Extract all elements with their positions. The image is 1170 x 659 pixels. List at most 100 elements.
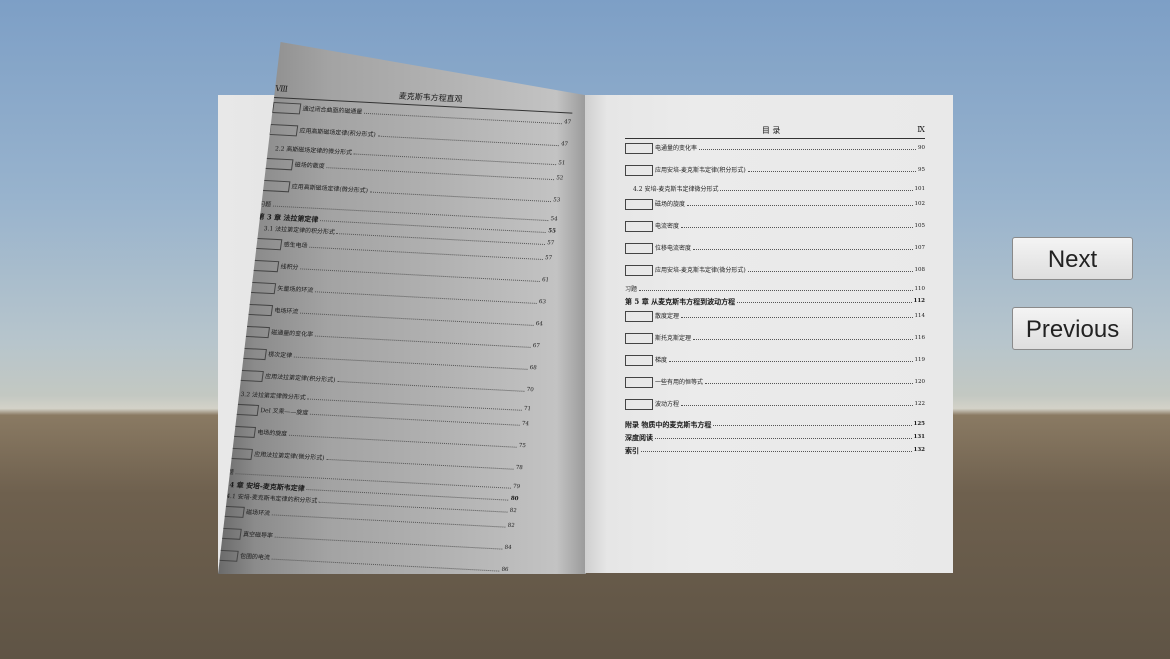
toc-entry-page: 84 <box>504 544 512 551</box>
toc-entry-page: 112 <box>913 297 925 304</box>
toc-leader-dots <box>288 433 517 448</box>
toc-leader-dots <box>693 248 913 250</box>
toc-entry-title: Del 叉乘——旋度 <box>230 404 309 419</box>
toc-leader-dots <box>377 134 560 146</box>
toc-entry-page: 51 <box>557 160 566 167</box>
toc-leader-dots <box>306 487 509 501</box>
toc-entry-page: 54 <box>550 216 558 223</box>
toc-leader-dots <box>293 355 528 370</box>
toc-entry-page: 47 <box>560 141 569 148</box>
toc-entry-page: 47 <box>563 119 572 126</box>
toc-entry-page: 57 <box>544 254 553 262</box>
toc-entry-page: 80 <box>510 495 519 502</box>
book-viewer-scene: Ⅷ 麦克斯韦方程直观 通过闭合曲面的磁通量 47 应用高斯磁场定律(积分形式) 47 2… <box>0 0 1170 659</box>
toc-entry-title: 真空磁导率 <box>218 527 274 541</box>
toc-entry-title: 附录 物质中的麦克斯韦方程 <box>625 420 712 429</box>
right-toc-entry: 习题 110 <box>625 287 925 293</box>
right-toc-entry: 电通量的变化率 90 <box>625 143 925 154</box>
toc-entry-title: 矢量场的环流 <box>247 282 314 296</box>
toc-entry-page: 120 <box>914 378 926 385</box>
toc-leader-dots <box>326 457 514 470</box>
toc-entry-title: 2.2 高斯磁场定律的微分形式 <box>274 145 353 157</box>
right-toc-entry: 应用安培-麦克斯韦定律(微分形式) 108 <box>625 265 925 276</box>
toc-leader-dots <box>699 148 916 150</box>
toc-entry-title: 位移电流密度 <box>625 243 691 254</box>
toc-entry-page: 82 <box>509 508 518 515</box>
left-toc-entry: 应用高斯磁场定律(微分形式) 53 <box>261 180 561 207</box>
toc-entry-page: 57 <box>546 240 555 247</box>
previous-button[interactable]: Previous <box>1012 307 1133 350</box>
toc-entry-title: 第 5 章 从麦克斯韦方程到波动方程 <box>625 297 736 306</box>
toc-leader-dots <box>274 535 503 550</box>
right-toc-entry: 4.2 安培-麦克斯韦定律微分形式 101 <box>625 187 925 193</box>
toc-entry-page: 55 <box>547 227 557 235</box>
toc-leader-dots <box>639 289 913 291</box>
toc-entry-title: 深度阅读 <box>625 433 653 442</box>
toc-leader-dots <box>300 311 534 326</box>
toc-entry-title: 感生电场 <box>253 238 308 252</box>
toc-entry-title: 索引 <box>625 446 639 455</box>
toc-leader-dots <box>747 270 913 272</box>
right-toc-entry: 磁场的旋度 102 <box>625 199 925 210</box>
toc-entry-title: 磁场的旋度 <box>625 199 685 210</box>
toc-entry-page: 102 <box>914 200 926 207</box>
toc-entry-title: 包围的电流 <box>218 549 271 563</box>
right-toc-entry: 波动方程 122 <box>625 399 925 410</box>
right-toc-entry: 附录 物质中的麦克斯韦方程 125 <box>625 421 925 428</box>
toc-entry-page: 108 <box>914 266 926 273</box>
right-toc-list: 电通量的变化率 90 应用安培-麦克斯韦定律(积分形式) 95 4.2 安培-麦克斯韦定… <box>625 143 925 454</box>
toc-entry-page: 95 <box>918 166 925 173</box>
toc-entry-page: 116 <box>914 334 926 341</box>
right-toc-entry: 应用安培-麦克斯韦定律(积分形式) 95 <box>625 165 925 176</box>
right-toc-entry: 位移电流密度 107 <box>625 243 925 254</box>
toc-leader-dots <box>326 165 555 180</box>
toc-leader-dots <box>271 557 500 572</box>
toc-leader-dots <box>271 512 506 528</box>
toc-leader-dots <box>310 412 520 426</box>
toc-entry-title: 通过闭合曲面的磁通量 <box>272 102 363 118</box>
left-toc-entry: 包围的电流 86 <box>218 549 509 574</box>
toc-entry-page: 107 <box>914 244 926 251</box>
toc-leader-dots <box>314 334 531 348</box>
toc-entry-title: 电场环流 <box>244 304 299 318</box>
toc-leader-dots <box>641 450 912 452</box>
toc-entry-title: 应用安培-麦克斯韦定律(微分形式) <box>625 265 746 276</box>
toc-leader-dots <box>364 111 563 124</box>
right-toc-entry: 斯托克斯定理 116 <box>625 333 925 344</box>
right-toc-entry: 散度定理 114 <box>625 311 925 322</box>
toc-entry-title: 习题 <box>625 286 638 293</box>
toc-entry-page: 64 <box>535 320 544 328</box>
right-toc-entry: 梯度 119 <box>625 355 925 366</box>
toc-leader-dots <box>681 404 913 406</box>
toc-entry-title: 应用法拉第定律(微分形式) <box>224 448 326 464</box>
right-page-header: 目 录 Ⅸ <box>625 125 925 139</box>
toc-entry-page: 101 <box>914 186 926 193</box>
toc-entry-page: 110 <box>914 286 926 293</box>
left-toc-entry: 磁通量的变化率 67 <box>241 326 541 353</box>
toc-entry-page: 74 <box>521 420 530 428</box>
toc-entry-title: 电场的旋度 <box>227 426 288 440</box>
toc-entry-page: 82 <box>507 522 516 529</box>
toc-entry-title: 电通量的变化率 <box>625 143 697 154</box>
right-toc-entry: 一些有用的恒等式 120 <box>625 377 925 388</box>
next-button[interactable]: Next <box>1012 237 1133 280</box>
left-toc-list: 通过闭合曲面的磁通量 47 应用高斯磁场定律(积分形式) 47 2.2 高斯磁场定律的微… <box>218 102 572 574</box>
left-toc-entry: 楞次定律 68 <box>238 348 538 375</box>
toc-entry-title: 一些有用的恒等式 <box>625 377 703 388</box>
right-page-content: 目 录 Ⅸ 电通量的变化率 90 应用安培-麦克斯韦定律(积分形式) 95 4.2 安培… <box>625 125 925 460</box>
left-toc-entry: 线积分 61 <box>250 260 550 287</box>
toc-entry-page: 122 <box>914 400 926 407</box>
toc-entry-title: 波动方程 <box>625 399 679 410</box>
toc-leader-dots <box>309 245 544 260</box>
toc-leader-dots <box>747 170 916 172</box>
toc-entry-page: 119 <box>914 356 926 363</box>
toc-leader-dots <box>300 266 541 282</box>
toc-entry-page: 132 <box>913 446 925 453</box>
left-page-turning[interactable]: Ⅷ 麦克斯韦方程直观 通过闭合曲面的磁通量 47 应用高斯磁场定律(积分形式) 47 2… <box>218 42 586 574</box>
toc-entry-title: 楞次定律 <box>238 348 293 362</box>
left-toc-entry: 真空磁导率 84 <box>218 527 512 554</box>
toc-entry-page: 131 <box>913 433 925 440</box>
toc-entry-title: 电流密度 <box>625 221 679 232</box>
toc-entry-title: 磁通量的变化率 <box>241 326 314 341</box>
toc-entry-page: 53 <box>552 196 561 204</box>
